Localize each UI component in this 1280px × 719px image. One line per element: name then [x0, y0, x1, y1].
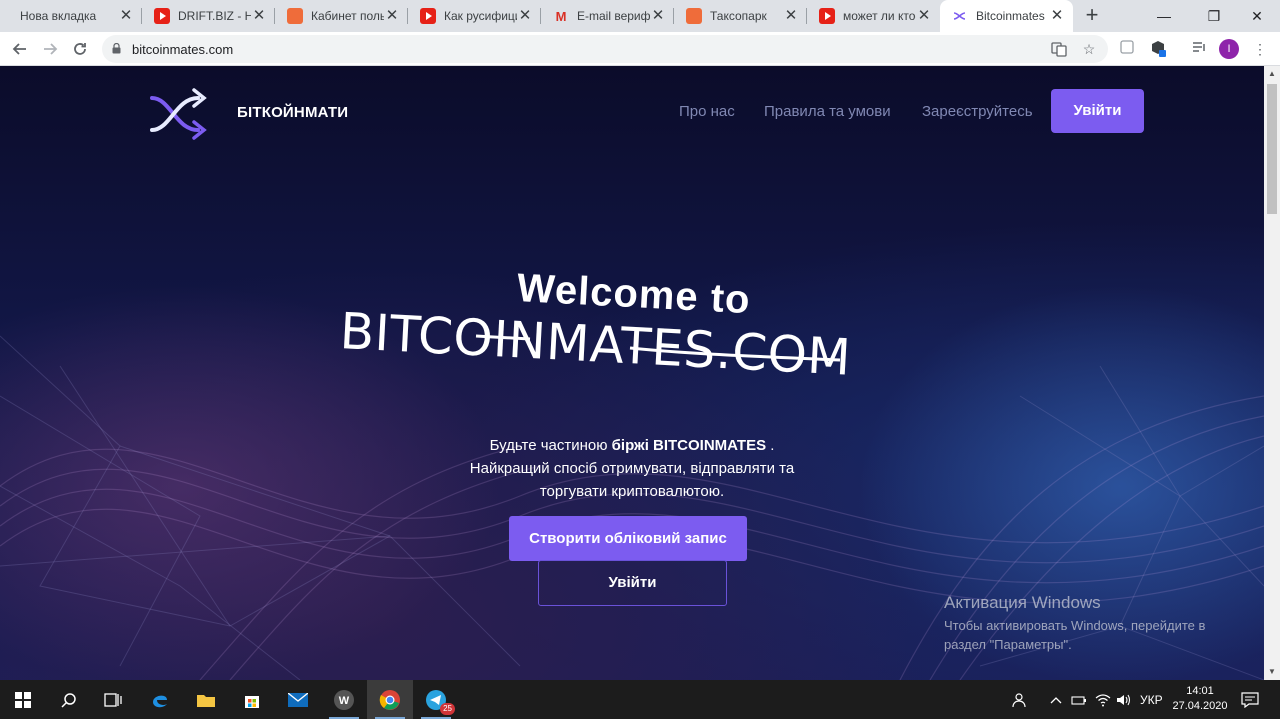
tab-title: Нова вкладка	[20, 9, 97, 23]
mail-icon[interactable]	[275, 680, 321, 719]
tab-new-tab[interactable]: Нова вкладка ✕	[8, 0, 142, 32]
tab-close-icon[interactable]: ✕	[650, 8, 666, 24]
tab-close-icon[interactable]: ✕	[384, 8, 400, 24]
forward-icon[interactable]	[38, 37, 62, 61]
new-tab-button[interactable]: +	[1080, 4, 1104, 28]
windows-activation-line1: Чтобы активировать Windows, перейдите в	[944, 618, 1206, 633]
tab-title: может ли кто-то	[843, 9, 916, 23]
w-app-icon[interactable]: W	[321, 680, 367, 719]
search-icon[interactable]	[46, 680, 92, 719]
scroll-up-arrow-icon[interactable]: ▲	[1264, 66, 1280, 82]
telegram-icon[interactable]: 25	[413, 680, 459, 719]
nav-register[interactable]: Зареєструйтесь	[922, 103, 1033, 120]
language-indicator[interactable]: УКР	[1140, 680, 1163, 719]
tray-chevron-up-icon[interactable]	[1050, 680, 1062, 719]
extension-icon[interactable]	[1117, 39, 1137, 59]
bitcoinmates-logo-icon[interactable]	[148, 86, 210, 142]
scroll-down-arrow-icon[interactable]: ▼	[1264, 664, 1280, 680]
tab-close-icon[interactable]: ✕	[783, 8, 799, 24]
windows-start-icon[interactable]	[0, 680, 46, 719]
tab-title: Bitcoinmates	[976, 9, 1045, 23]
bitcoinmates-icon	[952, 8, 968, 24]
hero-description-line3: торгувати криптовалютою.	[539, 483, 725, 500]
hero-description: Будьте частиною біржі BITCOINMATES . Най…	[432, 434, 832, 503]
svg-text:W: W	[339, 695, 350, 707]
battery-icon[interactable]	[1071, 680, 1087, 719]
back-icon[interactable]	[8, 37, 32, 61]
windows-activation-line2: раздел "Параметры".	[944, 637, 1072, 652]
hero-description-line2: Найкращий спосіб отримувати, відправляти…	[469, 460, 795, 477]
profile-avatar[interactable]: I	[1219, 39, 1239, 59]
tab-kabinet[interactable]: Кабинет пользо ✕	[275, 0, 408, 32]
tab-close-icon[interactable]: ✕	[916, 8, 932, 24]
lock-icon	[112, 43, 121, 54]
people-icon[interactable]	[1012, 680, 1030, 719]
chrome-icon[interactable]	[367, 680, 413, 719]
wifi-icon[interactable]	[1095, 680, 1111, 719]
tab-taksopark[interactable]: Таксопарк ✕	[674, 0, 807, 32]
tab-title: Кабинет пользо	[311, 9, 384, 23]
extension-cube-icon[interactable]	[1148, 39, 1168, 59]
hero-title-underline	[475, 334, 841, 362]
menu-kebab-icon[interactable]: ⋮	[1250, 39, 1270, 59]
youtube-icon	[819, 8, 835, 24]
header-login-button[interactable]: Увійти	[1051, 89, 1144, 133]
close-window-button[interactable]: ✕	[1234, 0, 1280, 32]
url-text: bitcoinmates.com	[132, 42, 234, 57]
site-brand-name[interactable]: БІТКОЙНМАТИ	[237, 104, 348, 121]
youtube-icon	[154, 8, 170, 24]
youtube-icon	[420, 8, 436, 24]
tab-close-icon[interactable]: ✕	[251, 8, 267, 24]
create-account-button[interactable]: Створити обліковий запис	[509, 516, 747, 561]
nav-about[interactable]: Про нас	[679, 103, 735, 120]
tab-drift-biz[interactable]: DRIFT.BIZ - НОВ ✕	[142, 0, 275, 32]
tab-close-icon[interactable]: ✕	[517, 8, 533, 24]
volume-icon[interactable]	[1116, 680, 1132, 719]
nav-terms[interactable]: Правила та умови	[764, 103, 891, 120]
telegram-unread-badge: 25	[440, 703, 455, 715]
tab-title: E-mail верифик	[577, 9, 650, 23]
windows-activation-message: Чтобы активировать Windows, перейдите в …	[944, 616, 1244, 654]
gmail-icon: M	[555, 8, 567, 24]
browser-toolbar: bitcoinmates.com ☆ I ⋮	[0, 32, 1280, 66]
hero-text-part2: .	[766, 437, 775, 454]
hero-login-button[interactable]: Увійти	[538, 560, 727, 606]
tab-title: DRIFT.BIZ - НОВ	[178, 9, 251, 23]
address-bar[interactable]: bitcoinmates.com ☆	[102, 35, 1108, 63]
hero-text-bold: біржі BITCOINMATES	[611, 437, 767, 454]
page-scrollbar[interactable]: ▲ ▼	[1264, 66, 1280, 680]
media-queue-icon[interactable]	[1189, 39, 1209, 59]
file-explorer-icon[interactable]	[183, 680, 229, 719]
notification-center-icon[interactable]	[1241, 680, 1259, 719]
translate-icon[interactable]	[1050, 41, 1068, 57]
orange-app-icon	[287, 8, 303, 24]
clock-time: 14:01	[1186, 685, 1214, 697]
tab-close-icon[interactable]: ✕	[1049, 8, 1065, 24]
windows-activation-title: Активация Windows	[944, 593, 1101, 612]
edge-browser-icon[interactable]	[137, 680, 183, 719]
browser-tab-strip: Нова вкладка ✕ DRIFT.BIZ - НОВ ✕ Кабинет…	[0, 0, 1280, 32]
tab-email-verification[interactable]: M E-mail верифик ✕	[541, 0, 674, 32]
windows-activation-watermark: Активация Windows Чтобы активировать Win…	[944, 593, 1244, 654]
tab-title: Таксопарк	[710, 9, 767, 23]
maximize-button[interactable]: ❐	[1191, 0, 1237, 32]
clock-date: 27.04.2020	[1172, 700, 1228, 712]
tab-bitcoinmates[interactable]: Bitcoinmates ✕	[940, 0, 1073, 32]
tab-kak-rusificirovat[interactable]: Как русифициро ✕	[408, 0, 541, 32]
taskbar-clock[interactable]: 14:01 27.04.2020	[1165, 684, 1235, 714]
store-icon[interactable]	[229, 680, 275, 719]
tab-close-icon[interactable]: ✕	[118, 8, 134, 24]
tab-mozhet-li[interactable]: может ли кто-то ✕	[807, 0, 940, 32]
windows-taskbar: W 25 УКР 14:01 27.04.2020	[0, 680, 1280, 719]
task-view-icon[interactable]	[90, 680, 136, 719]
tab-title: Как русифициро	[444, 9, 517, 23]
scrollbar-thumb[interactable]	[1267, 84, 1277, 214]
hero-text-part1: Будьте частиною	[489, 437, 612, 454]
hero-description-line1: Будьте частиною біржі BITCOINMATES .	[432, 434, 832, 457]
page-viewport: БІТКОЙНМАТИ Про нас Правила та умови Зар…	[0, 66, 1264, 680]
reload-icon[interactable]	[68, 37, 92, 61]
minimize-button[interactable]: —	[1141, 0, 1187, 32]
bookmark-star-icon[interactable]: ☆	[1080, 41, 1098, 57]
orange-app-icon	[686, 8, 702, 24]
